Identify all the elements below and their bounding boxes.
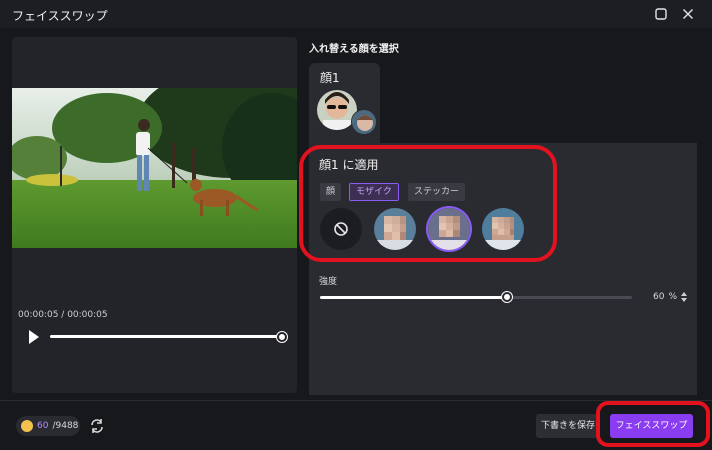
window-title: フェイススワップ	[12, 9, 108, 23]
coin-icon	[21, 420, 33, 432]
save-draft-button[interactable]: 下書きを保存	[536, 414, 600, 438]
annotation-box-apply	[299, 145, 557, 262]
credits-total: /9488	[52, 421, 79, 431]
time-total: 00:00:05	[67, 310, 108, 320]
swap-target-thumbnail	[351, 109, 377, 135]
time-current: 00:00:05	[18, 310, 59, 320]
face-card-label: 顔1	[320, 71, 340, 85]
strength-value: 60	[652, 292, 665, 302]
time-readout: 00:00:05 / 00:00:05	[18, 310, 108, 320]
close-icon[interactable]	[679, 5, 697, 23]
strength-fill	[320, 296, 508, 299]
play-icon[interactable]	[27, 329, 41, 345]
title-bar: フェイススワップ	[0, 0, 712, 28]
refresh-icon[interactable]	[88, 417, 106, 435]
maximize-icon[interactable]	[652, 5, 670, 23]
face-select-title: 入れ替える顔を選択	[309, 44, 399, 55]
playback-track[interactable]	[50, 335, 282, 338]
strength-track[interactable]	[320, 296, 632, 299]
annotation-box-swap	[596, 401, 710, 447]
strength-label: 強度	[319, 277, 338, 287]
strength-unit: %	[668, 292, 677, 302]
credit-balance: 60/9488	[16, 416, 80, 436]
video-preview	[12, 88, 297, 248]
time-separator: /	[58, 310, 68, 320]
credits-used: 60	[37, 421, 49, 431]
playback-handle[interactable]	[277, 332, 287, 342]
stepper-icon[interactable]	[681, 291, 687, 303]
face-card-1[interactable]: 顔1	[309, 63, 380, 143]
strength-value-box[interactable]: 60 %	[641, 289, 687, 305]
